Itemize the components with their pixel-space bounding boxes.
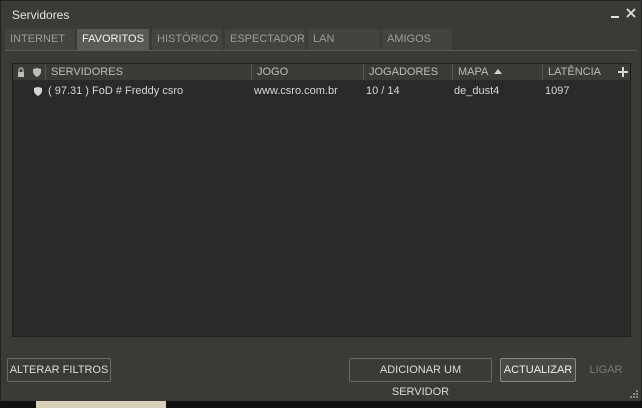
tab-bar: INTERNET FAVORITOS HISTÓRICO ESPECTADOR … bbox=[5, 29, 637, 50]
tab-friends[interactable]: AMIGOS bbox=[382, 29, 452, 50]
tab-favorites[interactable]: FAVORITOS bbox=[77, 29, 149, 50]
server-name: ( 97.31 ) FoD # Freddy csro bbox=[48, 85, 184, 97]
column-game[interactable]: JOGO bbox=[251, 64, 363, 80]
background-image bbox=[36, 401, 166, 408]
column-latency[interactable]: LATÊNCIA bbox=[542, 64, 612, 80]
lock-icon bbox=[18, 67, 24, 77]
server-latency: 1097 bbox=[545, 85, 570, 97]
add-column-button[interactable] bbox=[614, 64, 630, 80]
background-desktop bbox=[0, 401, 642, 408]
server-players: 10 / 14 bbox=[366, 85, 400, 97]
tab-divider bbox=[5, 50, 637, 51]
lock-column-header[interactable] bbox=[13, 64, 31, 80]
tab-internet[interactable]: INTERNET bbox=[5, 29, 75, 50]
servers-window: Servidores INTERNET FAVORITOS HISTÓRICO … bbox=[0, 0, 642, 402]
tab-history[interactable]: HISTÓRICO bbox=[152, 29, 222, 50]
column-map[interactable]: MAPA bbox=[452, 64, 542, 80]
column-servers[interactable]: SERVIDORES bbox=[45, 64, 251, 80]
minimize-icon[interactable] bbox=[608, 5, 622, 21]
change-filters-button[interactable]: ALTERAR FILTROS bbox=[7, 358, 111, 382]
column-players[interactable]: JOGADORES bbox=[363, 64, 452, 80]
resize-grip-icon[interactable] bbox=[630, 390, 638, 398]
shield-icon bbox=[33, 83, 43, 100]
secure-column-header[interactable] bbox=[30, 64, 46, 80]
column-map-label: MAPA bbox=[458, 66, 488, 78]
tab-lan[interactable]: LAN bbox=[308, 29, 380, 50]
tab-spectator[interactable]: ESPECTADOR bbox=[225, 29, 305, 50]
server-map: de_dust4 bbox=[454, 85, 500, 97]
server-list-header: SERVIDORES JOGO JOGADORES MAPA LATÊNCIA bbox=[13, 64, 630, 80]
server-game: www.csro.com.br bbox=[254, 85, 338, 97]
server-row[interactable]: ( 97.31 ) FoD # Freddy csro www.csro.com… bbox=[13, 83, 630, 100]
add-server-button[interactable]: ADICIONAR UM SERVIDOR bbox=[349, 358, 492, 398]
server-list[interactable]: SERVIDORES JOGO JOGADORES MAPA LATÊNCIA … bbox=[12, 63, 631, 337]
connect-button[interactable]: LIGAR bbox=[584, 358, 628, 382]
window-title: Servidores bbox=[12, 8, 70, 22]
plus-icon bbox=[618, 67, 628, 77]
shield-icon bbox=[33, 68, 41, 77]
sort-ascending-icon bbox=[493, 69, 502, 74]
close-icon[interactable] bbox=[624, 5, 638, 21]
refresh-button[interactable]: ACTUALIZAR bbox=[500, 358, 576, 382]
title-bar[interactable]: Servidores bbox=[1, 1, 641, 27]
